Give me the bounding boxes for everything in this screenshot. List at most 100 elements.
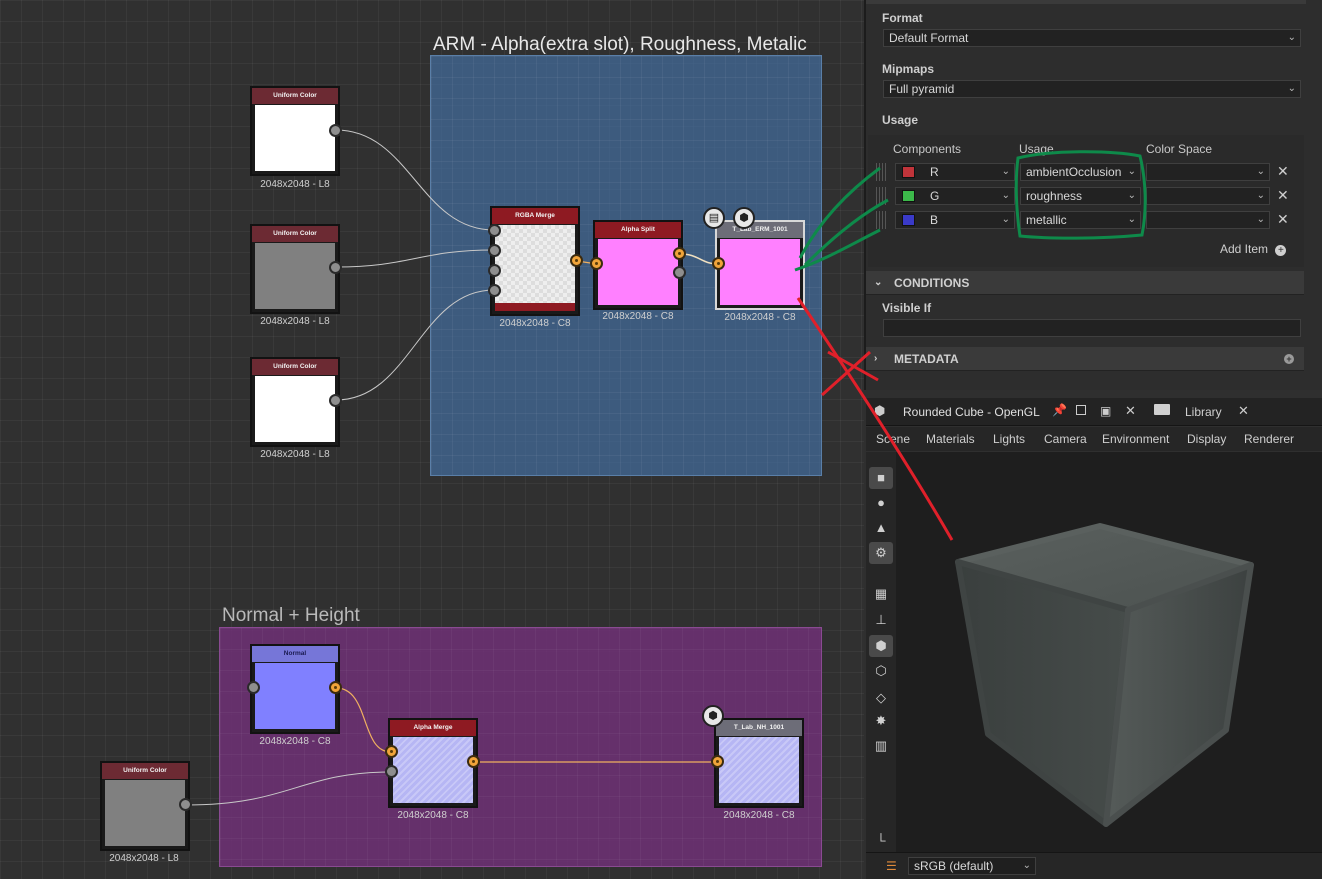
3d-viewport[interactable]	[896, 452, 1322, 852]
input-port-b[interactable]	[488, 264, 501, 277]
remove-row-button[interactable]: ✕	[1277, 163, 1289, 180]
visible-if-input[interactable]	[883, 319, 1301, 337]
node-rgba-merge[interactable]: RGBA Merge	[490, 206, 580, 316]
node-alpha-merge[interactable]: Alpha Merge	[388, 718, 478, 808]
plus-circle-icon[interactable]: +	[1284, 354, 1294, 364]
output-port[interactable]	[467, 755, 480, 768]
input-port-alpha[interactable]	[385, 765, 398, 778]
light-bulb-icon[interactable]: ●	[869, 492, 893, 514]
node-thumbnail	[105, 780, 185, 846]
remove-row-button[interactable]: ✕	[1277, 187, 1289, 204]
usage-dropdown-r[interactable]: ambientOcclusion ⌄	[1020, 163, 1141, 181]
node-alpha-split[interactable]: Alpha Split	[593, 220, 683, 310]
input-port[interactable]	[711, 755, 724, 768]
wireframe-cube-icon[interactable]: ⬡	[869, 660, 893, 682]
menu-scene[interactable]: Scene	[876, 432, 910, 446]
maximize-icon[interactable]: ▣	[1100, 404, 1111, 418]
wire	[185, 771, 392, 806]
cube-icon[interactable]: ⬢	[733, 207, 755, 229]
menu-lights[interactable]: Lights	[993, 432, 1025, 446]
chevron-down-icon: ⌄	[1287, 83, 1296, 94]
output-port-alpha[interactable]	[673, 266, 686, 279]
settings-icon[interactable]: ⚙	[869, 542, 893, 564]
node-output-nh[interactable]: T_Lab_NH_1001	[714, 718, 804, 808]
chart-icon[interactable]: ▥	[869, 735, 893, 757]
axis-icon[interactable]: ⊥	[869, 609, 893, 631]
drag-handle[interactable]	[876, 163, 888, 181]
input-port-a[interactable]	[488, 284, 501, 297]
output-port[interactable]	[329, 261, 342, 274]
mipmaps-label: Mipmaps	[882, 62, 935, 76]
node-uniform-color-4[interactable]: Uniform Color	[100, 761, 190, 851]
usage-dropdown-b[interactable]: metallic ⌄	[1020, 211, 1141, 229]
node-title: T_Lab_NH_1001	[716, 720, 802, 736]
output-port[interactable]	[329, 394, 342, 407]
cube-icon[interactable]: ⬢	[702, 705, 724, 727]
node-graph-canvas[interactable]: ARM - Alpha(extra slot), Roughness, Meta…	[0, 0, 864, 879]
pin-icon[interactable]: 📌	[1052, 403, 1067, 417]
format-dropdown[interactable]: Default Format ⌄	[883, 29, 1301, 47]
node-thumbnail	[598, 239, 678, 305]
uv-grid-icon[interactable]: ▦	[869, 583, 893, 605]
chevron-down-icon: ⌄	[1127, 166, 1136, 177]
document-icon[interactable]: ▤	[703, 207, 725, 229]
metadata-title: METADATA	[894, 352, 959, 366]
node-resolution: 2048x2048 - C8	[397, 810, 469, 821]
add-item-button[interactable]: Add Item +	[1220, 242, 1287, 256]
close-icon[interactable]: ✕	[1125, 403, 1136, 419]
output-port[interactable]	[329, 681, 342, 694]
input-port[interactable]	[712, 257, 725, 270]
viewport-menu-bar: Scene Materials Lights Camera Environmen…	[866, 427, 1322, 451]
cube-icon[interactable]: ⬢	[869, 635, 893, 657]
menu-materials[interactable]: Materials	[926, 432, 975, 446]
menu-display[interactable]: Display	[1187, 432, 1226, 446]
input-port-r[interactable]	[488, 224, 501, 237]
chevron-down-icon: ⌄	[1001, 190, 1010, 201]
metadata-section-header[interactable]: › METADATA +	[866, 347, 1304, 371]
color-space-dropdown-g[interactable]: ⌄	[1146, 187, 1270, 205]
node-normal[interactable]: Normal	[250, 644, 340, 734]
input-port-rgb[interactable]	[385, 745, 398, 758]
viewport-status-bar: ☰ sRGB (default) ⌄	[866, 852, 1322, 879]
input-port[interactable]	[247, 681, 260, 694]
node-output-arm[interactable]: T_Lab_ERM_1001	[715, 220, 805, 310]
environment-icon[interactable]: ▲	[869, 517, 893, 539]
column-header-color-space: Color Space	[1146, 142, 1213, 156]
plane-icon[interactable]: ◇	[869, 687, 893, 709]
chevron-down-icon: ⌄	[1256, 166, 1265, 177]
input-port[interactable]	[590, 257, 603, 270]
menu-camera[interactable]: Camera	[1044, 432, 1087, 446]
close-icon[interactable]: ✕	[1238, 403, 1249, 419]
output-port[interactable]	[179, 798, 192, 811]
node-title: Uniform Color	[252, 359, 338, 375]
conditions-section-header[interactable]: ⌄ CONDITIONS	[866, 271, 1304, 295]
menu-renderer[interactable]: Renderer	[1244, 432, 1294, 446]
node-title: Alpha Merge	[390, 720, 476, 736]
mipmaps-dropdown[interactable]: Full pyramid ⌄	[883, 80, 1301, 98]
output-port-rgb[interactable]	[673, 247, 686, 260]
remove-row-button[interactable]: ✕	[1277, 211, 1289, 228]
node-thumbnail	[255, 663, 335, 729]
node-uniform-color-1[interactable]: Uniform Color	[250, 86, 340, 176]
sun-icon[interactable]: ✸	[869, 710, 893, 732]
drag-handle[interactable]	[876, 187, 888, 205]
camera-icon[interactable]: ■	[869, 467, 893, 489]
hierarchy-icon[interactable]: └	[869, 830, 893, 852]
color-space-dropdown-r[interactable]: ⌄	[1146, 163, 1270, 181]
output-port[interactable]	[570, 254, 583, 267]
drag-handle[interactable]	[876, 211, 888, 229]
node-title: RGBA Merge	[492, 208, 578, 224]
viewport-tab-title[interactable]: Rounded Cube - OpenGL	[903, 405, 1040, 419]
node-thumbnail	[495, 225, 575, 311]
color-space-select[interactable]: sRGB (default) ⌄	[908, 857, 1036, 875]
input-port-g[interactable]	[488, 244, 501, 257]
menu-environment[interactable]: Environment	[1102, 432, 1169, 446]
node-uniform-color-2[interactable]: Uniform Color	[250, 224, 340, 314]
float-window-icon[interactable]	[1076, 405, 1086, 415]
node-uniform-color-3[interactable]: Uniform Color	[250, 357, 340, 447]
output-port[interactable]	[329, 124, 342, 137]
library-tab[interactable]: Library	[1185, 405, 1222, 419]
chevron-down-icon: ⌄	[874, 277, 883, 288]
color-space-dropdown-b[interactable]: ⌄	[1146, 211, 1270, 229]
usage-dropdown-g[interactable]: roughness ⌄	[1020, 187, 1141, 205]
